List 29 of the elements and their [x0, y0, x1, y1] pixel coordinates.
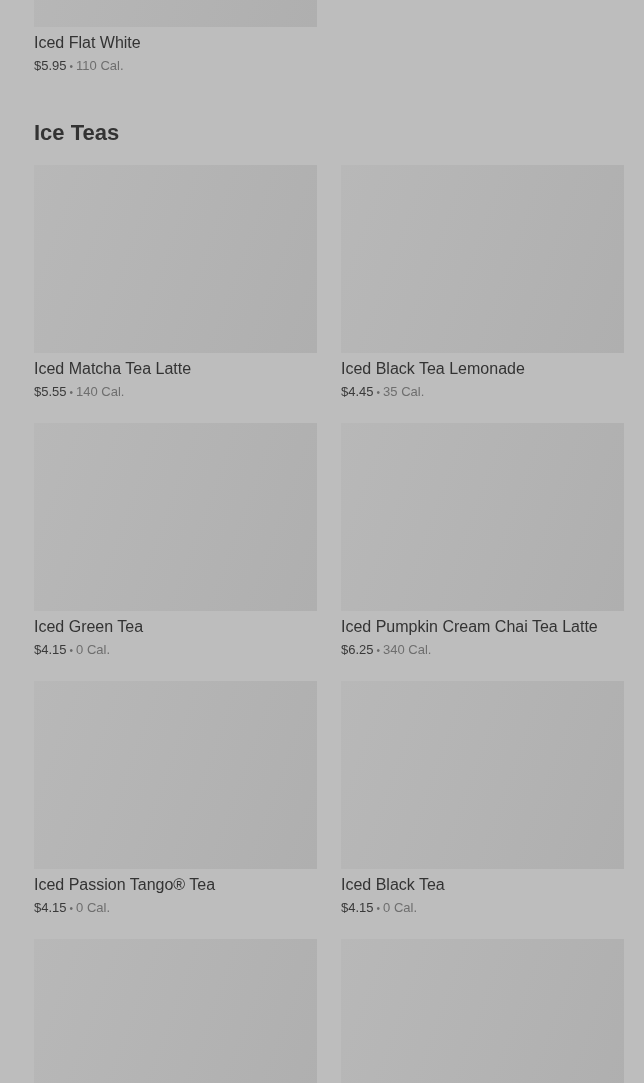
- separator-dot: •: [376, 387, 381, 398]
- item-price: $5.55: [34, 384, 67, 399]
- item-calories: 340 Cal.: [383, 642, 432, 657]
- item-calories: 110 Cal.: [76, 58, 124, 73]
- item-price: $4.15: [34, 642, 67, 657]
- item-price: $4.15: [341, 900, 374, 915]
- item-calories: 0 Cal.: [76, 900, 111, 915]
- item-name[interactable]: Iced Black Tea Lemonade: [341, 358, 624, 380]
- item-price: $6.25: [341, 642, 374, 657]
- item-calories: 140 Cal.: [76, 384, 125, 399]
- separator-dot: •: [69, 903, 74, 914]
- item-price: $4.15: [34, 900, 67, 915]
- separator-dot: •: [69, 645, 74, 656]
- item-calories: 0 Cal.: [76, 642, 111, 657]
- item-name[interactable]: Iced Matcha Tea Latte: [34, 358, 317, 380]
- separator-dot: •: [69, 387, 74, 398]
- item-name[interactable]: Iced Passion Tango® Tea: [34, 874, 317, 896]
- item-name[interactable]: Iced Green Tea: [34, 616, 317, 638]
- item-name[interactable]: Iced Pumpkin Cream Chai Tea Latte: [341, 616, 624, 638]
- separator-dot: •: [376, 903, 381, 914]
- section-heading: Ice Teas: [34, 119, 121, 147]
- item-name[interactable]: Iced Black Tea: [341, 874, 624, 896]
- item-price: $4.45: [341, 384, 374, 399]
- item-calories: 35 Cal.: [383, 384, 425, 399]
- item-name[interactable]: Iced Flat White: [34, 32, 317, 54]
- item-price: $5.95: [34, 58, 67, 73]
- item-calories: 0 Cal.: [383, 900, 418, 915]
- separator-dot: •: [376, 645, 381, 656]
- separator-dot: •: [69, 61, 74, 72]
